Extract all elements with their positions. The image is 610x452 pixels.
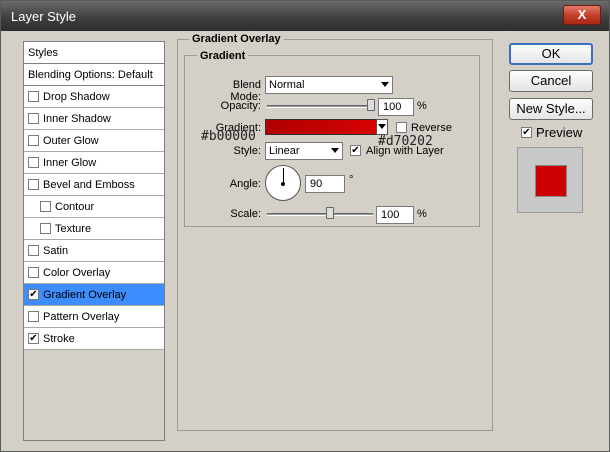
scale-percent: %	[417, 208, 427, 220]
sidebar-item[interactable]: Inner Glow	[24, 152, 164, 174]
close-button[interactable]: X	[563, 5, 601, 25]
scale-slider[interactable]	[267, 213, 373, 216]
window-title: Layer Style	[11, 9, 77, 24]
sidebar-item-label: Pattern Overlay	[43, 310, 120, 323]
sidebar-item-label: Texture	[55, 222, 92, 235]
styles-list: Styles Blending Options: Default Drop Sh…	[23, 41, 165, 441]
align-with-layer-checkbox[interactable]: ✔	[350, 145, 361, 156]
cancel-button[interactable]: Cancel	[509, 70, 593, 92]
angle-input[interactable]: 90	[305, 175, 345, 193]
effect-checkbox[interactable]: ✔	[28, 333, 39, 344]
scale-slider-thumb[interactable]	[326, 207, 334, 219]
sidebar-item[interactable]: ✔ Stroke	[24, 328, 164, 350]
scale-input[interactable]: 100	[376, 206, 414, 224]
reverse-checkbox[interactable]	[396, 122, 407, 133]
sidebar-item[interactable]: Satin	[24, 240, 164, 262]
sidebar-item[interactable]: Inner Shadow	[24, 108, 164, 130]
blending-options-item[interactable]: Blending Options: Default	[24, 64, 164, 86]
effect-checkbox[interactable]	[28, 267, 39, 278]
style-label: Style:	[233, 145, 261, 157]
sidebar-item-label: Outer Glow	[43, 134, 99, 147]
chevron-down-icon	[331, 148, 339, 153]
sidebar-item-label: Stroke	[43, 332, 75, 345]
scale-label: Scale:	[230, 208, 261, 220]
title-bar: Layer Style X	[1, 1, 609, 31]
styles-header[interactable]: Styles	[24, 42, 164, 64]
blend-mode-select[interactable]: Normal	[265, 76, 393, 94]
effect-checkbox[interactable]	[28, 135, 39, 146]
style-select[interactable]: Linear	[265, 142, 343, 160]
effect-checkbox[interactable]	[40, 201, 51, 212]
sidebar-item[interactable]: Contour	[24, 196, 164, 218]
sidebar-item-label: Contour	[55, 200, 95, 213]
align-with-layer-label: Align with Layer	[366, 145, 444, 157]
layer-style-dialog: Layer Style X Styles Blending Options: D…	[0, 0, 610, 452]
sidebar-item-label: Inner Shadow	[43, 112, 111, 125]
sidebar-item[interactable]: Drop Shadow	[24, 86, 164, 108]
preview-swatch	[535, 165, 567, 197]
effect-checkbox[interactable]	[28, 179, 39, 190]
effect-checkbox[interactable]	[28, 157, 39, 168]
angle-dial[interactable]	[265, 165, 301, 201]
opacity-slider-thumb[interactable]	[367, 99, 375, 111]
sidebar-item[interactable]: Color Overlay	[24, 262, 164, 284]
sidebar-item[interactable]: Pattern Overlay	[24, 306, 164, 328]
sidebar-item-label: Satin	[43, 244, 69, 257]
effect-checkbox[interactable]	[28, 113, 39, 124]
opacity-percent: %	[417, 100, 427, 112]
chevron-down-icon	[378, 124, 386, 129]
sidebar-item-label: Drop Shadow	[43, 90, 110, 103]
effect-checkbox[interactable]	[28, 311, 39, 322]
sidebar-item[interactable]: ✔ Gradient Overlay	[24, 284, 164, 306]
blend-mode-value: Normal	[269, 79, 305, 91]
angle-degree: °	[349, 174, 354, 186]
ok-button[interactable]: OK	[509, 43, 593, 65]
sidebar-item[interactable]: Texture	[24, 218, 164, 240]
opacity-input[interactable]: 100	[378, 98, 414, 116]
opacity-slider[interactable]	[267, 105, 373, 108]
sidebar-item[interactable]: Bevel and Emboss	[24, 174, 164, 196]
chevron-down-icon	[381, 82, 389, 87]
gradient-picker-button[interactable]	[376, 119, 388, 135]
group-title: Gradient Overlay	[189, 33, 284, 45]
reverse-label: Reverse	[411, 122, 452, 134]
sidebar-item-label: Gradient Overlay	[43, 288, 127, 301]
opacity-label: Opacity:	[220, 100, 261, 112]
effect-checkbox[interactable]	[28, 91, 39, 102]
preview-toggle[interactable]: ✔ Preview	[521, 125, 582, 140]
subgroup-title: Gradient	[197, 50, 249, 62]
dialog-body: Styles Blending Options: Default Drop Sh…	[5, 31, 605, 449]
style-value: Linear	[269, 145, 300, 157]
sidebar-item-label: Inner Glow	[43, 156, 97, 169]
effect-checkbox[interactable]: ✔	[28, 289, 39, 300]
sidebar-item-label: Color Overlay	[43, 266, 111, 279]
angle-label: Angle:	[229, 178, 261, 190]
gradient-start-color-text: #b00000	[201, 129, 256, 144]
preview-thumbnail	[517, 147, 583, 213]
sidebar-item[interactable]: Outer Glow	[24, 130, 164, 152]
preview-checkbox[interactable]: ✔	[521, 127, 532, 138]
effect-list: Drop Shadow Inner Shadow Outer Glow Inner G…	[24, 86, 164, 350]
effect-checkbox[interactable]	[28, 245, 39, 256]
sidebar-item-label: Bevel and Emboss	[43, 178, 135, 191]
gradient-preview[interactable]	[265, 119, 377, 135]
preview-label: Preview	[536, 125, 583, 140]
effect-checkbox[interactable]	[40, 223, 51, 234]
new-style-button[interactable]: New Style...	[509, 98, 593, 120]
